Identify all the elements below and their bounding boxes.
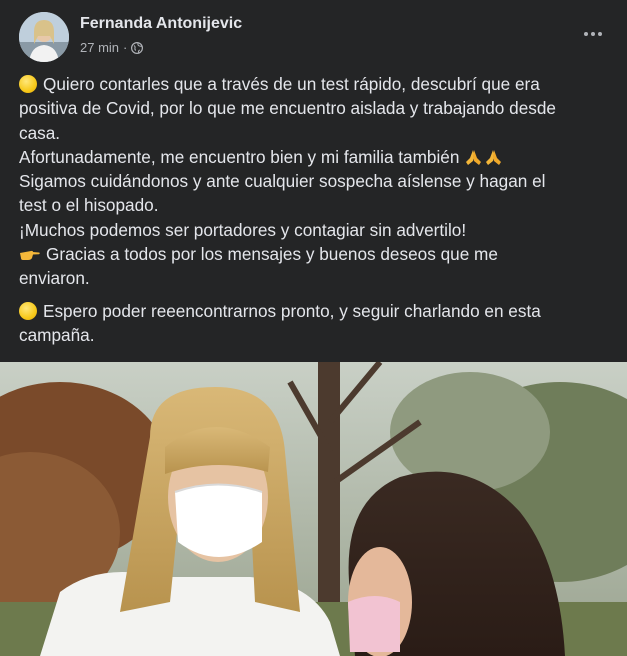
globe-icon[interactable] xyxy=(131,41,144,54)
pointing-hand-emoji-icon xyxy=(19,244,41,261)
text-line: Quiero contarles que a través de un test… xyxy=(19,72,613,96)
more-options-icon[interactable] xyxy=(579,22,607,46)
text-line: Afortunadamente, me encuentro bien y mi … xyxy=(19,145,613,169)
text-line: enviaron. xyxy=(19,268,90,289)
text-line: campaña. xyxy=(19,324,95,345)
post-photo[interactable] xyxy=(0,360,627,656)
praying-hands-emoji-icon xyxy=(464,148,504,166)
post-meta: 27 min · xyxy=(80,40,144,55)
text-line: ¡Muchos podemos ser portadores y contagi… xyxy=(19,219,467,240)
facebook-post: Fernanda Antonijevic 27 min · Quiero con… xyxy=(0,0,627,656)
post-header: Fernanda Antonijevic 27 min · xyxy=(0,0,627,70)
post-text: Quiero contarles que a través de un test… xyxy=(19,72,613,347)
text-line: casa. xyxy=(19,122,61,143)
text-line: Espero poder reeencontrarnos pronto, y s… xyxy=(19,299,613,323)
author-name[interactable]: Fernanda Antonijevic xyxy=(80,15,242,33)
yellow-circle-emoji-icon xyxy=(19,75,37,93)
post-timestamp[interactable]: 27 min xyxy=(80,40,119,55)
yellow-circle-emoji-icon xyxy=(19,301,37,320)
text-line: test o el hisopado. xyxy=(19,195,159,216)
author-avatar[interactable] xyxy=(19,12,69,62)
separator-dot: · xyxy=(123,40,128,55)
text-line: Gracias a todos por los mensajes y bueno… xyxy=(19,242,613,266)
text-line: Sigamos cuidándonos y ante cualquier sos… xyxy=(19,171,546,192)
text-line: positiva de Covid, por lo que me encuent… xyxy=(19,98,556,119)
